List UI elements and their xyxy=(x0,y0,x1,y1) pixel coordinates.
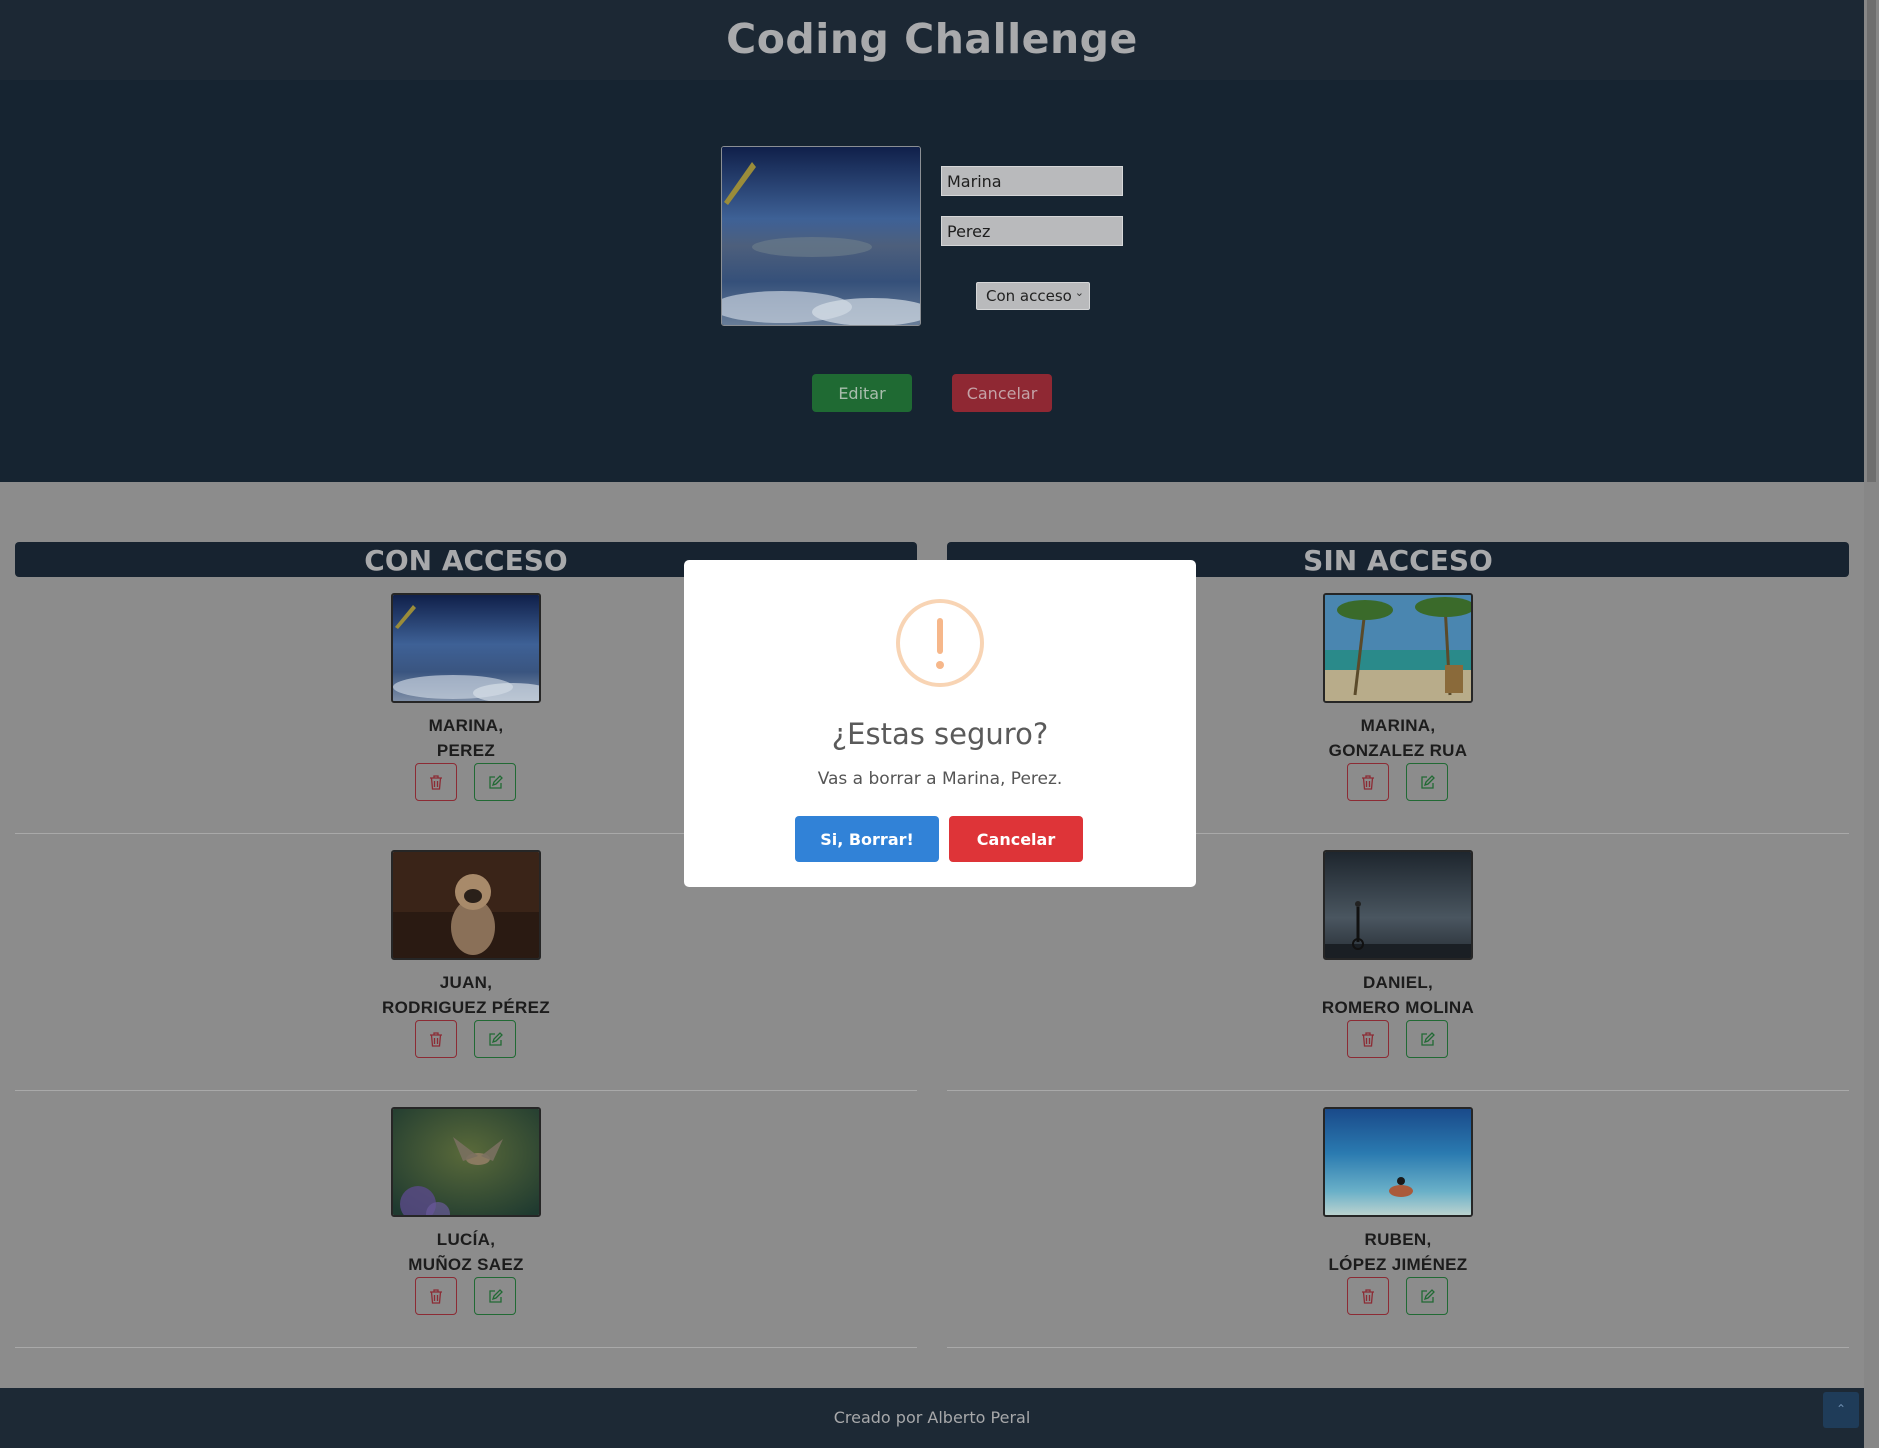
scrollbar-thumb[interactable] xyxy=(1867,0,1876,482)
chevron-down-icon: ⌄ xyxy=(1074,286,1084,299)
person-name: RUBEN, LÓPEZ JIMÉNEZ xyxy=(947,1227,1849,1277)
access-select[interactable]: Con acceso ⌄ xyxy=(976,282,1090,310)
person-first-name: LUCÍA, xyxy=(436,1230,496,1249)
edit-person-button[interactable] xyxy=(474,1277,516,1315)
person-photo xyxy=(391,850,541,960)
delete-confirm-dialog: ¿Estas seguro? Vas a borrar a Marina, Pe… xyxy=(684,560,1196,887)
edit-panel: Con acceso ⌄ Editar Cancelar xyxy=(0,80,1864,482)
person-first-name: DANIEL, xyxy=(1362,973,1434,992)
pencil-square-icon xyxy=(489,775,503,789)
trash-icon xyxy=(1362,1289,1374,1304)
cancel-edit-button[interactable]: Cancelar xyxy=(952,374,1052,412)
pencil-square-icon xyxy=(1421,1032,1435,1046)
person-card: RUBEN, LÓPEZ JIMÉNEZ xyxy=(947,1091,1849,1348)
delete-button[interactable] xyxy=(1347,1277,1389,1315)
edit-button[interactable]: Editar xyxy=(812,374,912,412)
person-last-name: ROMERO MOLINA xyxy=(1321,998,1475,1017)
trash-icon xyxy=(430,1032,442,1047)
person-name: LUCÍA, MUÑOZ SAEZ xyxy=(15,1227,917,1277)
edit-person-button[interactable] xyxy=(1406,1277,1448,1315)
pencil-square-icon xyxy=(1421,775,1435,789)
page-scrollbar[interactable] xyxy=(1864,0,1879,1448)
cancel-delete-button[interactable]: Cancelar xyxy=(949,816,1083,862)
delete-button[interactable] xyxy=(1347,763,1389,801)
scroll-to-top-button[interactable]: ⌃ xyxy=(1823,1392,1859,1428)
delete-button[interactable] xyxy=(415,1277,457,1315)
page-footer: Creado por Alberto Peral xyxy=(0,1388,1864,1448)
trash-icon xyxy=(430,1289,442,1304)
page-title: Coding Challenge xyxy=(726,15,1138,63)
access-select-value: Con acceso xyxy=(986,287,1072,305)
edit-person-button[interactable] xyxy=(474,1020,516,1058)
person-card: LUCÍA, MUÑOZ SAEZ xyxy=(15,1091,917,1348)
person-last-name: RODRIGUEZ PÉREZ xyxy=(382,998,550,1017)
pencil-square-icon xyxy=(1421,1289,1435,1303)
app-header: Coding Challenge xyxy=(0,0,1864,80)
pencil-square-icon xyxy=(489,1289,503,1303)
person-photo xyxy=(1323,593,1473,703)
trash-icon xyxy=(1362,1032,1374,1047)
person-name: JUAN, RODRIGUEZ PÉREZ xyxy=(15,970,917,1020)
confirm-delete-button[interactable]: Si, Borrar! xyxy=(795,816,939,862)
person-photo xyxy=(391,593,541,703)
delete-button[interactable] xyxy=(415,1020,457,1058)
selected-person-photo[interactable] xyxy=(721,146,921,326)
dialog-title: ¿Estas seguro? xyxy=(831,717,1049,751)
edit-person-button[interactable] xyxy=(474,763,516,801)
dialog-message: Vas a borrar a Marina, Perez. xyxy=(817,769,1063,789)
edit-person-button[interactable] xyxy=(1406,763,1448,801)
person-last-name: MUÑOZ SAEZ xyxy=(408,1255,524,1274)
trash-icon xyxy=(1362,775,1374,790)
person-first-name: JUAN, xyxy=(439,973,493,992)
delete-button[interactable] xyxy=(415,763,457,801)
person-name: DANIEL, ROMERO MOLINA xyxy=(947,970,1849,1020)
delete-button[interactable] xyxy=(1347,1020,1389,1058)
person-photo xyxy=(1323,1107,1473,1217)
footer-credit: Creado por Alberto Peral xyxy=(833,1408,1031,1427)
person-photo xyxy=(391,1107,541,1217)
edit-person-button[interactable] xyxy=(1406,1020,1448,1058)
person-photo xyxy=(1323,850,1473,960)
trash-icon xyxy=(430,775,442,790)
first-name-field[interactable] xyxy=(941,166,1123,196)
pencil-square-icon xyxy=(489,1032,503,1046)
person-last-name: LÓPEZ JIMÉNEZ xyxy=(1328,1255,1468,1274)
warning-icon xyxy=(896,599,984,687)
last-name-field[interactable] xyxy=(941,216,1123,246)
chevron-up-icon: ⌃ xyxy=(1835,1402,1847,1416)
person-first-name: RUBEN, xyxy=(1364,1230,1432,1249)
